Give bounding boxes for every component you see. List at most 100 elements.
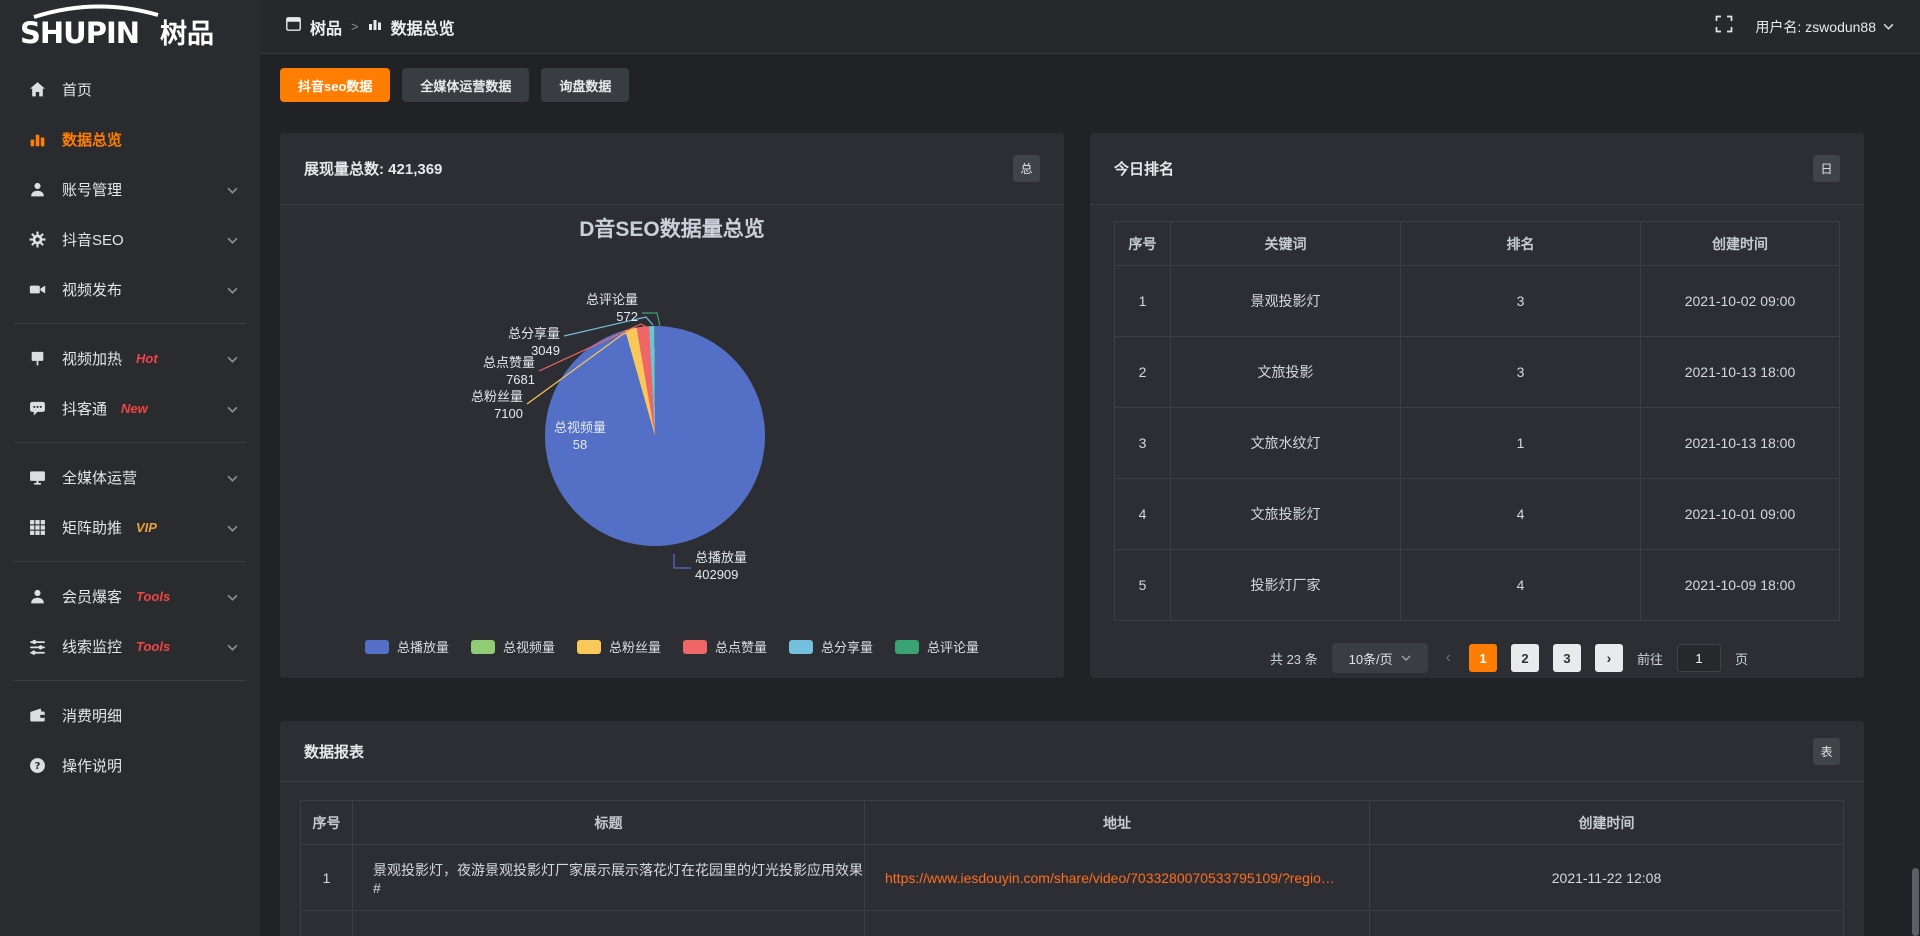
legend-swatch	[365, 640, 389, 654]
sidebar-item-label: 全媒体运营	[62, 467, 137, 488]
legend-swatch	[683, 640, 707, 654]
cell-rank: 4	[1401, 550, 1641, 621]
mini-bar-chart-icon	[368, 17, 382, 36]
legend-item[interactable]: 总播放量	[365, 637, 449, 656]
total-toggle-button[interactable]: 总	[1013, 155, 1040, 182]
table-row	[301, 911, 1844, 936]
chevron-down-icon	[227, 588, 238, 605]
column-header: 排名	[1401, 222, 1641, 266]
cell-keyword: 文旅水纹灯	[1171, 408, 1401, 479]
legend-item[interactable]: 总视频量	[471, 637, 555, 656]
legend-item[interactable]: 总分享量	[789, 637, 873, 656]
table-row: 4 文旅投影灯 4 2021-10-01 09:00	[1115, 479, 1840, 550]
chart-legend: 总播放量 总视频量 总粉丝量 总点赞量 总分享量 总评论量	[280, 637, 1064, 656]
table-row: 1 景观投影灯 3 2021-10-02 09:00	[1115, 266, 1840, 337]
cell-index: 3	[1115, 408, 1171, 479]
logo-cn: 树品	[160, 19, 214, 50]
sidebar-item-douyin-seo[interactable]: 抖音SEO	[0, 214, 260, 264]
sidebar-item-label: 操作说明	[62, 755, 122, 776]
cell-rank: 4	[1401, 479, 1641, 550]
sidebar-item-media-ops[interactable]: 全媒体运营	[0, 452, 260, 502]
sidebar-item-matrix-boost[interactable]: 矩阵助推 VIP	[0, 502, 260, 552]
cell-rank: 1	[1401, 408, 1641, 479]
cell-created: 2021-10-13 18:00	[1641, 408, 1840, 479]
breadcrumb-root[interactable]: 树品	[310, 15, 342, 39]
chat-bubble-icon	[28, 399, 47, 418]
logo[interactable]: SHUPIN 树品	[0, 0, 260, 54]
breadcrumb-current[interactable]: 数据总览	[391, 15, 455, 39]
pagination-total: 共 23 条	[1270, 649, 1318, 668]
legend-swatch	[471, 640, 495, 654]
overview-panel-header: 展现量总数: 421,369 总	[280, 133, 1064, 205]
bar-chart-icon	[28, 130, 47, 149]
fullscreen-icon[interactable]	[1715, 15, 1733, 38]
user-menu[interactable]: 用户名: zswodun88	[1755, 17, 1894, 37]
hot-badge: Hot	[136, 351, 158, 366]
sidebar-item-account[interactable]: 账号管理	[0, 164, 260, 214]
page-button-1[interactable]: 1	[1469, 644, 1497, 672]
sidebar-item-member-burst[interactable]: 会员爆客 Tools	[0, 571, 260, 621]
svg-text:?: ?	[35, 761, 41, 772]
report-panel-header: 数据报表 表	[280, 721, 1864, 782]
goto-page-input[interactable]	[1677, 644, 1721, 672]
table-toggle-button[interactable]: 表	[1813, 738, 1840, 765]
sidebar-item-label: 会员爆客	[62, 586, 122, 607]
tab-inquiry[interactable]: 询盘数据	[541, 68, 629, 102]
report-link[interactable]: https://www.iesdouyin.com/share/video/70…	[865, 845, 1370, 911]
column-header: 序号	[1115, 222, 1171, 266]
next-page-button[interactable]: ›	[1595, 644, 1623, 672]
legend-item[interactable]: 总点赞量	[683, 637, 767, 656]
sidebar-item-data-overview[interactable]: 数据总览	[0, 114, 260, 164]
sidebar-item-label: 矩阵助推	[62, 517, 122, 538]
vip-badge: VIP	[136, 520, 157, 535]
sliders-icon	[28, 637, 47, 656]
sidebar-item-video-publish[interactable]: 视频发布	[0, 264, 260, 314]
sidebar-item-label: 消费明细	[62, 705, 122, 726]
chevron-down-icon	[227, 181, 238, 198]
page-size-select[interactable]: 10条/页	[1332, 643, 1428, 673]
sidebar: SHUPIN 树品 首页 数据总览 账号管理	[0, 0, 260, 936]
cell-keyword: 文旅投影	[1171, 337, 1401, 408]
legend-item[interactable]: 总粉丝量	[577, 637, 661, 656]
sidebar-item-video-heat[interactable]: 视频加热 Hot	[0, 333, 260, 383]
sidebar-item-help[interactable]: ? 操作说明	[0, 740, 260, 790]
prev-page-button[interactable]: ‹	[1442, 649, 1455, 667]
column-header: 地址	[865, 801, 1370, 845]
chevron-down-icon	[1401, 655, 1411, 661]
home-icon	[28, 80, 47, 99]
table-row: 5 投影灯厂家 4 2021-10-09 18:00	[1115, 550, 1840, 621]
ranking-table: 序号 关键词 排名 创建时间 1 景观投影灯 3 2021-10-02 09:0…	[1114, 221, 1840, 621]
pie-label-fans: 总粉丝量 7100	[443, 388, 523, 422]
sidebar-item-douketong[interactable]: 抖客通 New	[0, 383, 260, 433]
legend-swatch	[789, 640, 813, 654]
table-row: 3 文旅水纹灯 1 2021-10-13 18:00	[1115, 408, 1840, 479]
cell-created: 2021-10-09 18:00	[1641, 550, 1840, 621]
video-camera-icon	[28, 280, 47, 299]
gear-icon	[28, 230, 47, 249]
legend-swatch	[577, 640, 601, 654]
table-row: 1 景观投影灯，夜游景观投影灯厂家展示展示落花灯在花园里的灯光投影应用效果 # …	[301, 845, 1844, 911]
report-title: 数据报表	[304, 741, 364, 762]
scrollbar-thumb[interactable]	[1912, 868, 1919, 936]
column-header: 关键词	[1171, 222, 1401, 266]
page-button-2[interactable]: 2	[1511, 644, 1539, 672]
cell-keyword: 投影灯厂家	[1171, 550, 1401, 621]
wallet-icon	[28, 706, 47, 725]
goto-label: 前往	[1637, 649, 1663, 668]
cell-created: 2021-10-13 18:00	[1641, 337, 1840, 408]
day-toggle-button[interactable]: 日	[1813, 155, 1840, 182]
main-content: 抖音seo数据 全媒体运营数据 询盘数据 展现量总数: 421,369 总 D音…	[260, 55, 1920, 936]
topbar: 树品 > 数据总览 用户名: zswodun88	[260, 0, 1920, 54]
chevron-down-icon	[227, 231, 238, 248]
sidebar-item-spend-detail[interactable]: 消费明细	[0, 690, 260, 740]
app-window-icon	[286, 17, 301, 36]
tab-media-ops[interactable]: 全媒体运营数据	[402, 68, 529, 102]
chevron-down-icon	[227, 281, 238, 298]
sidebar-item-home[interactable]: 首页	[0, 64, 260, 114]
legend-item[interactable]: 总评论量	[895, 637, 979, 656]
column-header: 创建时间	[1641, 222, 1840, 266]
tab-douyin-seo[interactable]: 抖音seo数据	[280, 68, 390, 102]
page-button-3[interactable]: 3	[1553, 644, 1581, 672]
sidebar-item-lead-monitor[interactable]: 线索监控 Tools	[0, 621, 260, 671]
question-circle-icon: ?	[28, 756, 47, 775]
